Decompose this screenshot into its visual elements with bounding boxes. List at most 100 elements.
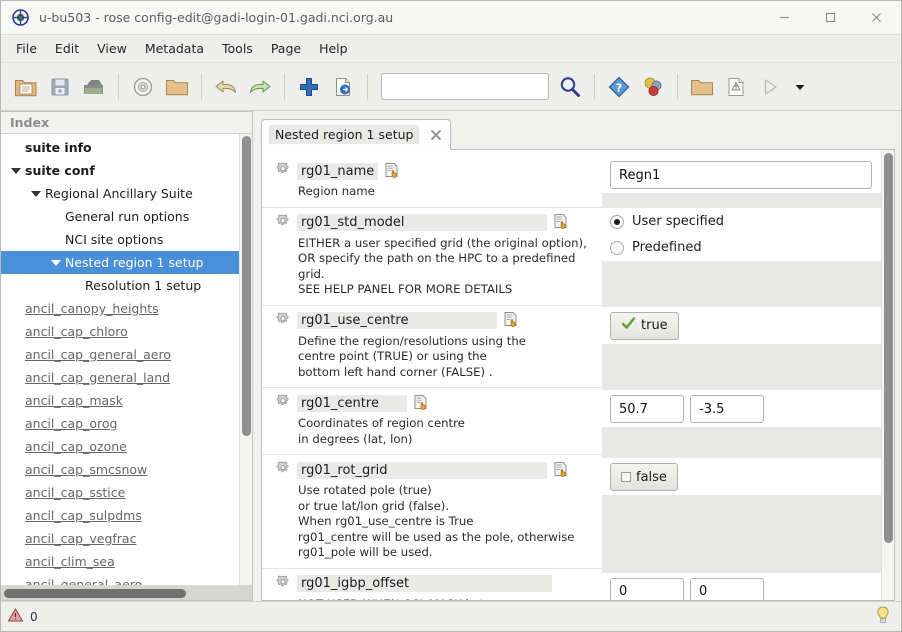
run-suite-icon[interactable] — [753, 70, 787, 104]
close-icon[interactable] — [429, 128, 443, 142]
panel-scroll-thumb[interactable] — [884, 153, 893, 543]
redo-icon[interactable] — [243, 70, 277, 104]
main-panel: Nested region 1 setup rg01_name Region na… — [253, 111, 901, 601]
field-help-text: EITHER a user specified grid (the origin… — [298, 235, 587, 297]
field-widget-rg01_use_centre: true — [602, 307, 881, 390]
sidebar-item-suite-conf[interactable]: suite conf — [1, 159, 239, 182]
sidebar-item-ancil-canopy-heights[interactable]: ancil_canopy_heights — [1, 297, 239, 320]
view-output-icon[interactable] — [719, 70, 753, 104]
boolean-toggle-rg01_use_centre[interactable]: true — [610, 311, 679, 340]
boolean-label: true — [641, 318, 668, 333]
browse-folder-icon[interactable] — [160, 70, 194, 104]
panel-vertical-scrollbar[interactable] — [881, 150, 894, 600]
expander-triangle-icon[interactable] — [49, 256, 63, 270]
sidebar-item-nci-site-options[interactable]: NCI site options — [1, 228, 239, 251]
status-left: 0 — [7, 607, 38, 626]
expander-triangle-icon[interactable] — [9, 164, 23, 178]
sidebar-item-ancil-cap-orog[interactable]: ancil_cap_orog — [1, 412, 239, 435]
minimize-button[interactable] — [761, 1, 807, 34]
search-icon[interactable] — [553, 70, 587, 104]
edit-hand-icon[interactable] — [413, 394, 429, 413]
metadata-balls-icon[interactable] — [636, 70, 670, 104]
field-name: rg01_use_centre — [297, 312, 497, 329]
boolean-toggle-rg01_rot_grid[interactable]: false — [610, 463, 678, 491]
menu-metadata[interactable]: Metadata — [136, 38, 213, 59]
close-button[interactable] — [853, 1, 899, 34]
field-help-text: Define the region/resolutions using the … — [298, 333, 526, 379]
revert-file-icon[interactable] — [326, 70, 360, 104]
radio-label: User specified — [632, 214, 724, 229]
save-icon[interactable] — [43, 70, 77, 104]
index-tree-area: suite info suite conf Regional Ancillary S… — [1, 134, 252, 585]
text-input-rg01_name[interactable] — [610, 161, 872, 189]
number-input-rg01_centre-1[interactable] — [690, 395, 764, 423]
menu-view[interactable]: View — [88, 38, 136, 59]
sidebar-hscroll-thumb[interactable] — [4, 589, 186, 598]
widget-area — [602, 573, 881, 600]
window-title: u-bu503 - rose config-edit@gadi-login-01… — [39, 10, 394, 25]
field-name: rg01_igbp_offset — [297, 575, 552, 592]
number-input-rg01_centre-0[interactable] — [610, 395, 684, 423]
main-body: Index suite info suite conf Regional Ancil… — [1, 111, 901, 601]
sidebar-item-ancil-cap-ozone[interactable]: ancil_cap_ozone — [1, 435, 239, 458]
sidebar-scroll-thumb[interactable] — [242, 136, 251, 436]
sidebar-item-ancil-cap-general-aero[interactable]: ancil_cap_general_aero — [1, 343, 239, 366]
undo-icon[interactable] — [209, 70, 243, 104]
menu-page[interactable]: Page — [262, 38, 310, 59]
edit-hand-icon[interactable] — [503, 311, 519, 330]
sidebar-item-ancil-cap-general-land[interactable]: ancil_cap_general_land — [1, 366, 239, 389]
menu-file[interactable]: File — [7, 38, 46, 59]
menu-edit[interactable]: Edit — [46, 38, 88, 59]
field-name: rg01_centre — [297, 394, 407, 412]
expander-triangle-icon[interactable] — [29, 187, 43, 201]
sidebar-horizontal-scrollbar[interactable] — [1, 585, 252, 600]
search-input[interactable] — [381, 73, 549, 100]
radio-option-predefined[interactable]: Predefined — [602, 235, 881, 261]
number-input-rg01_igbp_offset-0[interactable] — [610, 577, 684, 600]
check-disc-icon[interactable] — [126, 70, 160, 104]
open-suite-folder-icon[interactable] — [685, 70, 719, 104]
sidebar-item-ancil-cap-chloro[interactable]: ancil_cap_chloro — [1, 320, 239, 343]
sidebar-item-nested-region-1-setup[interactable]: Nested region 1 setup — [1, 251, 239, 274]
sidebar-item-ancil-cap-smcsnow[interactable]: ancil_cap_smcsnow — [1, 458, 239, 481]
sidebar-item-ancil-general-aero[interactable]: ancil_general_aero — [1, 573, 239, 585]
open-folder-icon[interactable] — [9, 70, 43, 104]
tab-nested-region-1-setup[interactable]: Nested region 1 setup — [261, 119, 452, 150]
chevron-down-icon[interactable] — [787, 70, 813, 104]
index-sidebar: Index suite info suite conf Regional Ancil… — [1, 111, 253, 601]
field-header: rg01_igbp_offset — [262, 574, 602, 594]
number-input-rg01_igbp_offset-1[interactable] — [690, 577, 764, 600]
sidebar-item-label: ancil_cap_orog — [25, 416, 118, 431]
edit-hand-icon[interactable] — [553, 461, 569, 480]
sidebar-item-ancil-cap-mask[interactable]: ancil_cap_mask — [1, 389, 239, 412]
sidebar-item-ancil-cap-sstice[interactable]: ancil_cap_sstice — [1, 481, 239, 504]
edit-hand-icon[interactable] — [553, 213, 569, 232]
sidebar-item-resolution-1-setup[interactable]: Resolution 1 setup — [1, 274, 239, 297]
sidebar-item-regional-ancillary-suite[interactable]: Regional Ancillary Suite — [1, 182, 239, 205]
save-all-icon[interactable] — [77, 70, 111, 104]
menu-tools[interactable]: Tools — [213, 38, 262, 59]
add-icon[interactable] — [292, 70, 326, 104]
sidebar-item-ancil-cap-vegfrac[interactable]: ancil_cap_vegfrac — [1, 527, 239, 550]
sidebar-item-suite-info[interactable]: suite info — [1, 136, 239, 159]
sidebar-item-label: ancil_cap_general_land — [25, 370, 171, 385]
lightbulb-icon[interactable] — [875, 605, 891, 628]
sidebar-item-label: ancil_cap_vegfrac — [25, 531, 137, 546]
radio-option-user-specified[interactable]: User specified — [602, 209, 881, 235]
field-label-rg01_igbp_offset: rg01_igbp_offset NOT USED WHEN CCI_MASK i… — [262, 567, 602, 600]
sidebar-item-ancil-clim-sea[interactable]: ancil_clim_sea — [1, 550, 239, 573]
field-label-rg01_std_model: rg01_std_model EITHER a user specified gr… — [262, 206, 602, 305]
sidebar-item-general-run-options[interactable]: General run options — [1, 205, 239, 228]
menu-help[interactable]: Help — [310, 38, 357, 59]
sidebar-item-ancil-cap-sulpdms[interactable]: ancil_cap_sulpdms — [1, 504, 239, 527]
info-help-icon[interactable]: ? — [602, 70, 636, 104]
sidebar-vertical-scrollbar[interactable] — [239, 134, 252, 585]
tab-label: Nested region 1 setup — [269, 125, 420, 144]
sidebar-item-label: suite info — [25, 140, 92, 155]
maximize-button[interactable] — [807, 1, 853, 34]
edit-hand-icon[interactable] — [384, 162, 400, 181]
